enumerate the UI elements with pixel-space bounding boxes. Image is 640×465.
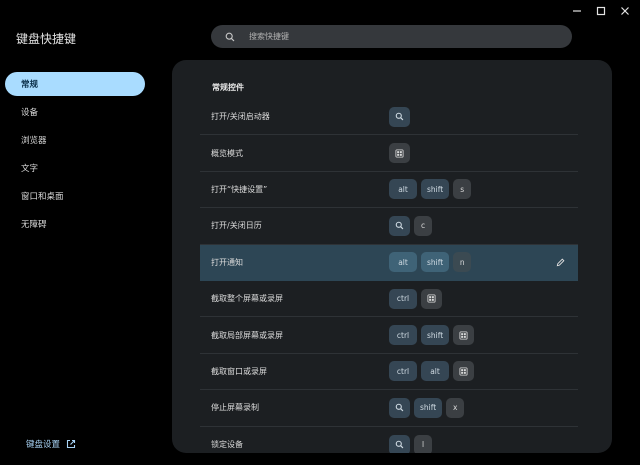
close-icon (621, 7, 629, 15)
shortcuts-panel: 常规控件 打开/关闭启动器 概览模式 打开“快捷设置” alt shift s 打开/关闭日… (172, 60, 612, 453)
window-controls (570, 4, 632, 18)
sidebar-item-label: 浏览器 (21, 136, 47, 146)
key-cap: l (414, 434, 432, 453)
keyboard-settings-label: 键盘设置 (26, 440, 61, 450)
key-cap: alt (389, 179, 417, 200)
shortcut-label: 打开通知 (211, 257, 243, 267)
shortcut-row[interactable]: 停止屏幕录制 shift x (200, 390, 578, 427)
shortcut-keys: c (389, 215, 432, 236)
minimize-icon (573, 10, 581, 12)
sidebar-item-label: 常规 (21, 80, 39, 90)
search-key (389, 434, 410, 453)
close-button[interactable] (618, 4, 632, 18)
search-key (389, 215, 410, 236)
shortcut-keys: ctrl alt (389, 361, 474, 382)
keyboard-settings-link[interactable]: 键盘设置 (26, 438, 76, 450)
search-icon (395, 440, 404, 449)
key-cap: shift (414, 397, 443, 418)
section-title: 常规控件 (212, 83, 244, 92)
key-cap: shift (421, 179, 450, 200)
overview-key (453, 325, 475, 346)
sidebar-item-label: 无障碍 (21, 220, 47, 230)
maximize-icon (596, 6, 606, 16)
shortcut-row[interactable]: 锁定设备 l (200, 427, 578, 453)
app-title: 键盘快捷键 (16, 32, 77, 46)
shortcut-label: 打开“快捷设置” (211, 184, 268, 194)
shortcut-row[interactable]: 截取窗口或录屏 ctrl alt (200, 354, 578, 391)
shortcut-label: 概览模式 (211, 148, 243, 158)
search-input[interactable] (247, 31, 551, 42)
shortcut-list: 打开/关闭启动器 概览模式 打开“快捷设置” alt shift s 打开/关闭日历 c 打开通… (200, 99, 578, 453)
shortcut-row[interactable]: 概览模式 (200, 135, 578, 172)
shortcut-keys (389, 106, 410, 127)
sidebar-item-1[interactable]: 设备 (5, 100, 145, 124)
shortcuts-window: 键盘快捷键 常规设备浏览器文字窗口和桌面无障碍 键盘设置 常规控件 打开/关闭启… (0, 0, 640, 465)
shortcut-row[interactable]: 打开/关闭日历 c (200, 208, 578, 245)
shortcut-keys: shift x (389, 397, 465, 418)
overview-key (421, 288, 442, 309)
shortcut-keys (389, 143, 410, 164)
overview-icon (459, 331, 468, 340)
overview-icon (459, 367, 468, 376)
shortcut-keys: ctrl (389, 288, 442, 309)
sidebar-item-label: 窗口和桌面 (21, 192, 64, 202)
key-cap: alt (421, 361, 449, 382)
shortcut-keys: ctrl shift (389, 325, 475, 346)
key-cap: shift (421, 252, 450, 273)
key-cap: alt (389, 252, 417, 273)
shortcut-label: 截取整个屏幕或录屏 (211, 294, 283, 304)
shortcut-label: 截取局部屏幕或录屏 (211, 330, 283, 340)
key-cap: x (446, 397, 465, 418)
shortcut-label: 停止屏幕录制 (211, 403, 259, 413)
overview-key (389, 143, 410, 164)
minimize-button[interactable] (570, 4, 584, 18)
key-cap: ctrl (389, 325, 417, 346)
shortcut-keys: alt shift s (389, 179, 472, 200)
search-bar[interactable] (211, 25, 572, 48)
key-cap: c (414, 215, 432, 236)
shortcut-row[interactable]: 打开“快捷设置” alt shift s (200, 172, 578, 209)
overview-icon (395, 149, 404, 158)
sidebar-item-0[interactable]: 常规 (5, 72, 145, 96)
shortcut-label: 打开/关闭启动器 (211, 112, 270, 122)
open-external-icon (66, 439, 76, 449)
pencil-icon (556, 258, 564, 266)
sidebar-item-label: 设备 (21, 108, 39, 118)
shortcut-keys: l (389, 434, 432, 453)
sidebar-item-5[interactable]: 无障碍 (5, 212, 145, 236)
shortcut-keys: alt shift n (389, 252, 472, 273)
key-cap: n (453, 252, 472, 273)
shortcut-row[interactable]: 截取整个屏幕或录屏 ctrl (200, 281, 578, 318)
overview-icon (427, 294, 436, 303)
overview-key (453, 361, 474, 382)
sidebar-item-2[interactable]: 浏览器 (5, 128, 145, 152)
sidebar-nav: 常规设备浏览器文字窗口和桌面无障碍 (5, 72, 145, 240)
search-icon (395, 112, 404, 121)
key-cap: s (453, 179, 472, 200)
search-icon (395, 222, 404, 230)
search-icon (225, 32, 235, 41)
edit-shortcut-button[interactable] (554, 256, 566, 268)
shortcut-label: 截取窗口或录屏 (211, 366, 267, 376)
shortcut-row[interactable]: 截取局部屏幕或录屏 ctrl shift (200, 317, 578, 354)
sidebar-item-3[interactable]: 文字 (5, 156, 145, 180)
sidebar-item-4[interactable]: 窗口和桌面 (5, 184, 145, 208)
shortcut-row[interactable]: 打开/关闭启动器 (200, 99, 578, 136)
search-key (389, 106, 410, 127)
key-cap: shift (421, 325, 450, 346)
shortcut-label: 打开/关闭日历 (211, 221, 262, 231)
shortcut-row[interactable]: 打开通知 alt shift n (200, 244, 578, 281)
key-cap: ctrl (389, 361, 417, 382)
search-key (389, 397, 410, 418)
maximize-button[interactable] (594, 4, 608, 18)
shortcut-label: 锁定设备 (211, 440, 243, 450)
key-cap: ctrl (389, 288, 417, 309)
search-icon (395, 404, 404, 412)
sidebar-item-label: 文字 (21, 164, 39, 174)
